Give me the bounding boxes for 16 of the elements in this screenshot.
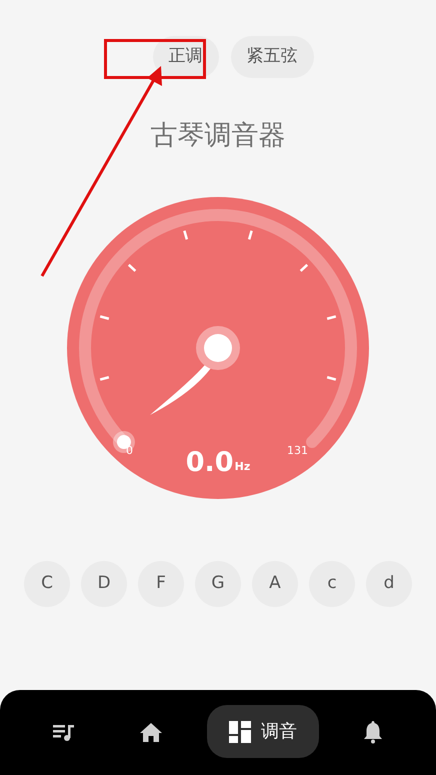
scale-max-label: 131 bbox=[287, 442, 308, 458]
home-icon bbox=[139, 720, 164, 742]
mode-tab[interactable]: 紧五弦 bbox=[230, 36, 314, 78]
nav-item[interactable]: 调音 bbox=[206, 705, 319, 758]
string-button[interactable]: C bbox=[24, 560, 70, 606]
string-button[interactable]: G bbox=[195, 560, 241, 606]
string-button[interactable]: A bbox=[252, 560, 298, 606]
dashboard-icon bbox=[228, 720, 251, 742]
string-button[interactable]: F bbox=[138, 560, 184, 606]
frequency-unit: Hz bbox=[234, 459, 250, 475]
string-button[interactable]: D bbox=[81, 560, 127, 606]
string-button[interactable]: d bbox=[366, 560, 412, 606]
bell-icon bbox=[362, 720, 384, 744]
string-button[interactable]: c bbox=[309, 560, 355, 606]
frequency-reading: 0.0 bbox=[186, 448, 234, 476]
page-title: 古琴调音器 bbox=[150, 119, 286, 153]
